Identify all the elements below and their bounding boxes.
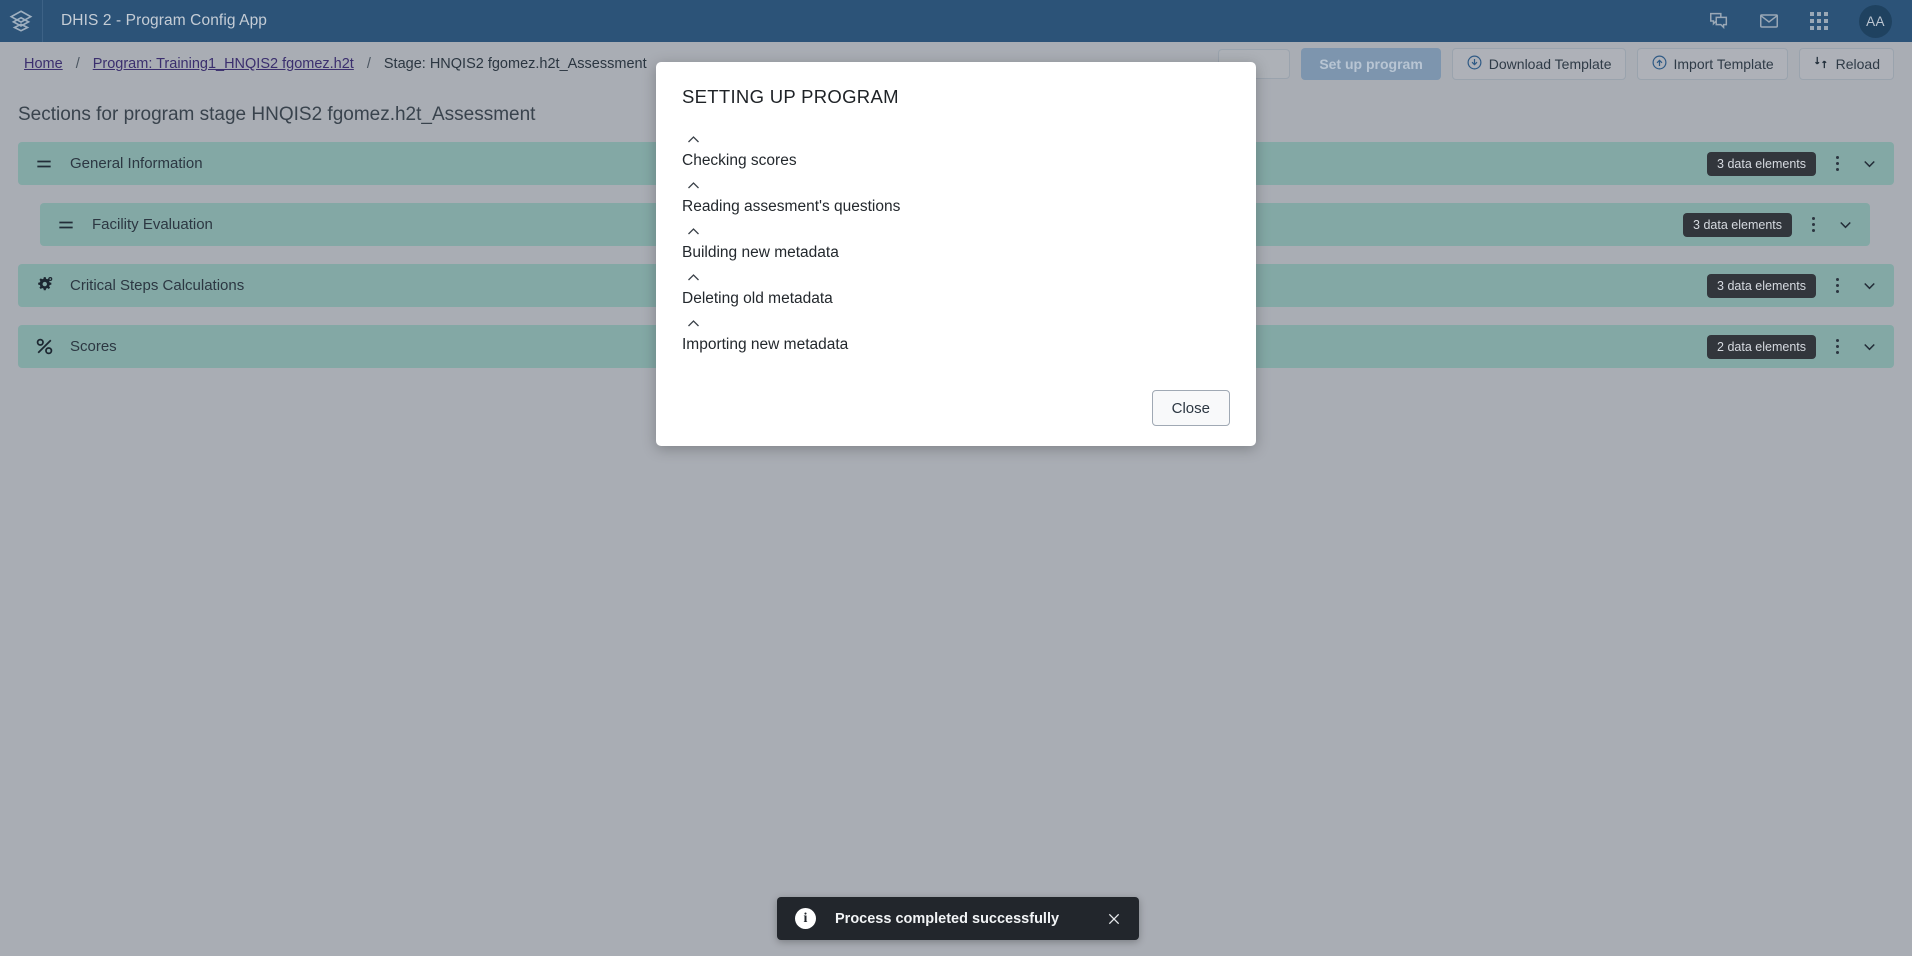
breadcrumb-separator: / bbox=[75, 56, 80, 72]
reload-button[interactable]: Reload bbox=[1798, 48, 1894, 80]
percent-icon bbox=[32, 335, 56, 359]
section-overflow-menu-button[interactable] bbox=[1822, 271, 1852, 301]
progress-step: Reading assesment's questions bbox=[682, 176, 1230, 222]
progress-step-label: Deleting old metadata bbox=[682, 290, 833, 307]
section-label: General Information bbox=[70, 155, 203, 172]
progress-step-label: Importing new metadata bbox=[682, 336, 849, 353]
section-expand-chevron-down-icon[interactable] bbox=[1854, 271, 1884, 301]
chevron-up-icon bbox=[682, 176, 704, 194]
data-elements-badge: 3 data elements bbox=[1683, 212, 1792, 237]
breadcrumb-separator: / bbox=[366, 56, 371, 72]
reload-icon bbox=[1813, 54, 1830, 74]
toast-message: Process completed successfully bbox=[835, 910, 1060, 927]
data-elements-badge: 2 data elements bbox=[1707, 334, 1816, 359]
setup-program-button: Set up program bbox=[1301, 48, 1441, 80]
mail-icon[interactable] bbox=[1757, 9, 1781, 33]
toast-notification: i Process completed successfully bbox=[777, 897, 1139, 940]
gear-icon bbox=[32, 274, 56, 298]
toolbar-actions: Set up program Download Template Import … bbox=[1218, 48, 1912, 80]
section-overflow-menu-button[interactable] bbox=[1822, 332, 1852, 362]
dhis2-layers-logo-icon[interactable] bbox=[0, 0, 42, 42]
import-template-button[interactable]: Import Template bbox=[1636, 48, 1788, 80]
header-icon-group: AA bbox=[1707, 4, 1912, 38]
breadcrumb-item-program[interactable]: Program: Training1_HNQIS2 fgomez.h2t bbox=[93, 56, 354, 72]
chevron-up-icon bbox=[682, 268, 704, 286]
upload-icon bbox=[1651, 54, 1668, 74]
progress-step: Importing new metadata bbox=[682, 314, 1230, 360]
chevron-up-icon bbox=[682, 314, 704, 332]
close-button[interactable]: Close bbox=[1151, 390, 1230, 426]
breadcrumb-item-home[interactable]: Home bbox=[24, 56, 63, 72]
section-expand-chevron-down-icon[interactable] bbox=[1854, 149, 1884, 179]
progress-step-label: Building new metadata bbox=[682, 244, 839, 261]
data-elements-badge: 3 data elements bbox=[1707, 273, 1816, 298]
modal-footer: Close bbox=[682, 390, 1230, 426]
modal-steps-list: Checking scores Reading assesment's ques… bbox=[682, 130, 1230, 390]
chevron-up-icon bbox=[682, 222, 704, 240]
section-label: Scores bbox=[70, 338, 117, 355]
section-overflow-menu-button[interactable] bbox=[1798, 210, 1828, 240]
modal-title: SETTING UP PROGRAM bbox=[682, 86, 899, 107]
app-title: DHIS 2 - Program Config App bbox=[61, 12, 268, 29]
messages-icon[interactable] bbox=[1707, 9, 1731, 33]
progress-step-label: Checking scores bbox=[682, 152, 797, 169]
app-header-bar: DHIS 2 - Program Config App AA bbox=[0, 0, 1912, 42]
close-icon[interactable] bbox=[1103, 908, 1125, 930]
section-expand-chevron-down-icon[interactable] bbox=[1854, 332, 1884, 362]
section-label: Facility Evaluation bbox=[92, 216, 213, 233]
drag-handle-icon[interactable] bbox=[54, 213, 78, 237]
import-template-label: Import Template bbox=[1673, 56, 1774, 72]
section-expand-chevron-down-icon[interactable] bbox=[1830, 210, 1860, 240]
avatar[interactable]: AA bbox=[1859, 4, 1892, 38]
drag-handle-icon[interactable] bbox=[32, 152, 56, 176]
setting-up-program-modal: SETTING UP PROGRAM Checking scores Readi… bbox=[656, 62, 1256, 446]
breadcrumb: Home / Program: Training1_HNQIS2 fgomez.… bbox=[0, 56, 647, 72]
progress-step: Deleting old metadata bbox=[682, 268, 1230, 314]
apps-grid-icon[interactable] bbox=[1807, 9, 1831, 33]
progress-step-label: Reading assesment's questions bbox=[682, 198, 901, 215]
download-template-button[interactable]: Download Template bbox=[1451, 48, 1626, 80]
progress-step: Building new metadata bbox=[682, 222, 1230, 268]
progress-step: Checking scores bbox=[682, 130, 1230, 176]
info-icon: i bbox=[795, 908, 816, 929]
chevron-up-icon bbox=[682, 130, 704, 148]
reload-label: Reload bbox=[1835, 56, 1880, 72]
section-overflow-menu-button[interactable] bbox=[1822, 149, 1852, 179]
download-template-label: Download Template bbox=[1488, 56, 1612, 72]
breadcrumb-item-stage: Stage: HNQIS2 fgomez.h2t_Assessment bbox=[383, 56, 647, 72]
section-label: Critical Steps Calculations bbox=[70, 277, 245, 294]
data-elements-badge: 3 data elements bbox=[1707, 151, 1816, 176]
download-icon bbox=[1466, 54, 1483, 74]
